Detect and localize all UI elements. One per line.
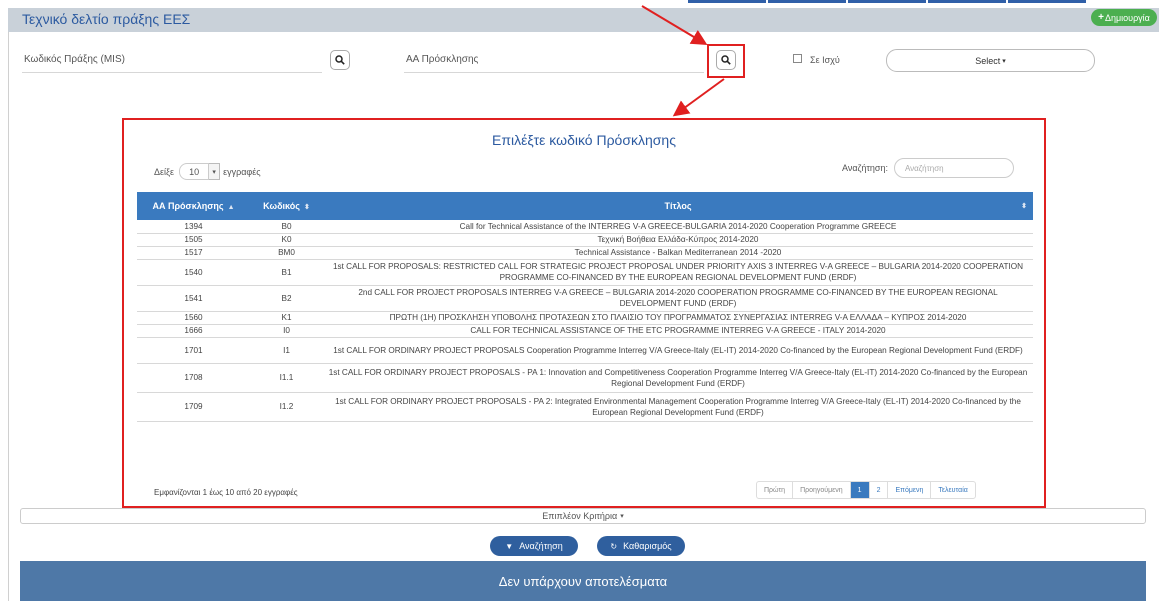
app-root: Τεχνικό δελτίο πράξης ΕΕΣ + Δημιουργία Κ… bbox=[0, 0, 1159, 601]
status-select-value: Select bbox=[975, 55, 1001, 66]
call-input[interactable] bbox=[404, 72, 704, 73]
cell-code: I0 bbox=[250, 324, 323, 338]
table-row[interactable]: 1517 BM0 Technical Assistance - Balkan Med… bbox=[137, 246, 1033, 260]
calls-table: ΑΑ Πρόσκλησης ▲ Κωδικός ⬍ Τίτλος ⬍ 1394 B0 Ca… bbox=[137, 192, 1033, 422]
cell-title: Τεχνική Βοήθεια Ελλάδα-Κύπρος 2014-2020 bbox=[323, 233, 1033, 247]
cell-code: K1 bbox=[250, 311, 323, 325]
call-search-highlight bbox=[707, 44, 745, 78]
length-control: Δείξε 10 ▾ εγγραφές bbox=[154, 163, 261, 180]
title-bar: Τεχνικό δελτίο πράξης ΕΕΣ bbox=[8, 8, 1159, 32]
cell-aa: 1540 bbox=[137, 259, 250, 286]
table-row[interactable]: 1541 B2 2nd CALL FOR PROJECT PROPOSALS INT… bbox=[137, 285, 1033, 312]
table-row[interactable]: 1394 B0 Call for Technical Assistance of t… bbox=[137, 220, 1033, 234]
table-row[interactable]: 1708 I1.1 1st CALL FOR ORDINARY PROJECT PR… bbox=[137, 363, 1033, 393]
arrow-to-modal bbox=[672, 78, 725, 117]
entries-label: εγγραφές bbox=[223, 166, 261, 177]
table-row[interactable]: 1560 K1 ΠΡΩΤΗ (1Η) ΠΡΟΣΚΛΗΣΗ ΥΠΟΒΟΛΗΣ ΠΡΟΤ… bbox=[137, 311, 1033, 325]
plus-icon: + bbox=[1098, 12, 1104, 23]
table-row[interactable]: 1666 I0 CALL FOR TECHNICAL ASSISTANCE OF T… bbox=[137, 324, 1033, 338]
left-divider bbox=[8, 32, 9, 601]
table-row[interactable]: 1709 I1.2 1st CALL FOR ORDINARY PROJECT PR… bbox=[137, 392, 1033, 422]
cell-code: I1 bbox=[250, 337, 323, 364]
call-picker-modal: Επιλέξτε κωδικό Πρόσκλησης Δείξε 10 ▾ εγ… bbox=[122, 118, 1046, 508]
pager-page-2[interactable]: 2 bbox=[870, 482, 889, 498]
cell-code: K0 bbox=[250, 233, 323, 247]
cell-title: 1st CALL FOR ORDINARY PROJECT PROPOSALS … bbox=[323, 337, 1033, 364]
sort-icon: ⬍ bbox=[303, 204, 310, 211]
cell-title: 1st CALL FOR PROPOSALS: RESTRICTED CALL … bbox=[323, 259, 1033, 286]
more-criteria-toggle[interactable]: Επιπλέον Κριτήρια ▾ bbox=[20, 508, 1146, 524]
caret-down-icon: ▾ bbox=[620, 513, 624, 520]
page-title: Τεχνικό δελτίο πράξης ΕΕΣ bbox=[22, 11, 191, 27]
search-button-label: Αναζήτηση bbox=[519, 541, 563, 551]
cell-code: I1.1 bbox=[250, 363, 323, 393]
cell-aa: 1505 bbox=[137, 233, 250, 247]
column-header-code[interactable]: Κωδικός ⬍ bbox=[250, 192, 323, 220]
search-icon bbox=[335, 55, 345, 65]
cell-aa: 1560 bbox=[137, 311, 250, 325]
mis-label: Κωδικός Πράξης (MIS) bbox=[24, 54, 125, 65]
no-results-banner: Δεν υπάρχουν αποτελέσματα bbox=[20, 561, 1146, 601]
call-label: ΑΑ Πρόσκλησης bbox=[406, 54, 479, 65]
pager-page-1[interactable]: 1 bbox=[850, 482, 870, 498]
table-row[interactable]: 1505 K0 Τεχνική Βοήθεια Ελλάδα-Κύπρος 2014… bbox=[137, 233, 1033, 247]
mis-input[interactable] bbox=[22, 72, 322, 73]
cell-code: B2 bbox=[250, 285, 323, 312]
cell-aa: 1709 bbox=[137, 392, 250, 422]
in-force-label: Σε Ισχύ bbox=[810, 55, 840, 65]
show-label: Δείξε bbox=[154, 166, 175, 177]
cell-aa: 1517 bbox=[137, 246, 250, 260]
more-criteria-label: Επιπλέον Κριτήρια bbox=[542, 511, 618, 521]
caret-down-icon[interactable]: ▾ bbox=[209, 163, 221, 180]
create-button-label: Δημιουργία bbox=[1104, 12, 1150, 23]
mis-search-button[interactable] bbox=[330, 50, 350, 70]
cell-code: BM0 bbox=[250, 246, 323, 260]
column-header-title[interactable]: Τίτλος ⬍ bbox=[323, 192, 1033, 220]
search-button[interactable]: ▼ Αναζήτηση bbox=[490, 536, 578, 556]
pager-next[interactable]: Επόμενη bbox=[888, 482, 932, 498]
clear-button-label: Καθαρισμός bbox=[623, 541, 672, 551]
cell-code: I1.2 bbox=[250, 392, 323, 422]
cell-aa: 1541 bbox=[137, 285, 250, 312]
cell-aa: 1701 bbox=[137, 337, 250, 364]
modal-title: Επιλέξτε κωδικό Πρόσκλησης bbox=[492, 132, 676, 148]
cell-title: Call for Technical Assistance of the INT… bbox=[323, 220, 1033, 234]
cell-title: Technical Assistance - Balkan Mediterran… bbox=[323, 246, 1033, 260]
clear-button[interactable]: ↻ Καθαρισμός bbox=[597, 536, 685, 556]
cell-title: 1st CALL FOR ORDINARY PROJECT PROPOSALS … bbox=[323, 363, 1033, 393]
cell-aa: 1708 bbox=[137, 363, 250, 393]
cell-code: B0 bbox=[250, 220, 323, 234]
refresh-icon: ↻ bbox=[610, 541, 618, 551]
pager-first[interactable]: Πρώτη bbox=[757, 482, 794, 498]
cell-title: ΠΡΩΤΗ (1Η) ΠΡΟΣΚΛΗΣΗ ΥΠΟΒΟΛΗΣ ΠΡΟΤΑΣΕΩΝ … bbox=[323, 311, 1033, 325]
top-tab-strip bbox=[688, 0, 1088, 8]
pager-last[interactable]: Τελευταία bbox=[931, 482, 974, 498]
table-search-input[interactable] bbox=[893, 158, 1014, 178]
pagination: Πρώτη Προηγούμενη 1 2 Επόμενη Τελευταία bbox=[756, 481, 976, 499]
pager-prev[interactable]: Προηγούμενη bbox=[793, 482, 851, 498]
caret-down-icon: ▾ bbox=[1002, 57, 1006, 65]
table-search: Αναζήτηση: bbox=[842, 158, 1014, 178]
in-force-checkbox[interactable] bbox=[793, 54, 802, 63]
column-header-aa[interactable]: ΑΑ Πρόσκλησης ▲ bbox=[137, 192, 250, 220]
cell-aa: 1394 bbox=[137, 220, 250, 234]
cell-code: B1 bbox=[250, 259, 323, 286]
length-select[interactable]: 10 bbox=[179, 163, 210, 180]
cell-title: CALL FOR TECHNICAL ASSISTANCE OF THE ETC… bbox=[323, 324, 1033, 338]
sort-asc-icon: ▲ bbox=[227, 204, 235, 211]
sort-icon: ⬍ bbox=[1021, 203, 1027, 210]
triangle-down-icon: ▼ bbox=[505, 541, 514, 551]
cell-title: 1st CALL FOR ORDINARY PROJECT PROPOSALS … bbox=[323, 392, 1033, 422]
cell-aa: 1666 bbox=[137, 324, 250, 338]
table-row[interactable]: 1701 I1 1st CALL FOR ORDINARY PROJECT PROP… bbox=[137, 337, 1033, 364]
status-select[interactable]: Select ▾ bbox=[886, 49, 1095, 72]
cell-title: 2nd CALL FOR PROJECT PROPOSALS INTERREG … bbox=[323, 285, 1033, 312]
table-info: Εμφανίζονται 1 έως 10 από 20 εγγραφές bbox=[154, 488, 298, 497]
table-row[interactable]: 1540 B1 1st CALL FOR PROPOSALS: RESTRICTED… bbox=[137, 259, 1033, 286]
create-button[interactable]: + Δημιουργία bbox=[1091, 9, 1157, 26]
table-search-label: Αναζήτηση: bbox=[842, 163, 888, 173]
